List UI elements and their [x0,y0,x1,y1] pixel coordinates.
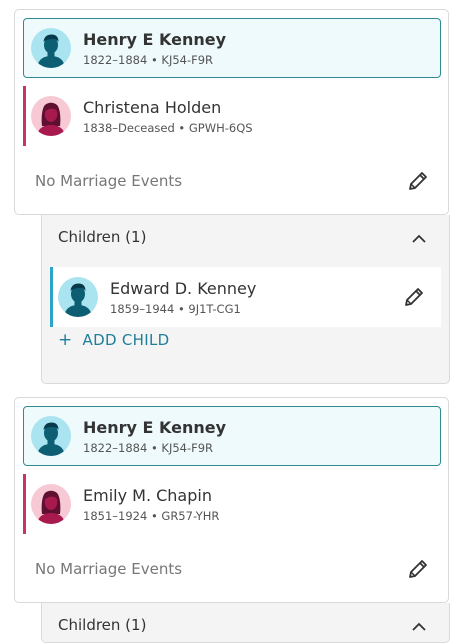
female-avatar-icon [31,484,71,524]
plus-icon: + [58,330,73,350]
children-section-title[interactable]: Children (1) [58,616,146,634]
separator-dot: • [177,301,185,316]
separator-dot: • [150,508,158,523]
separator-dot: • [150,440,158,455]
separator-dot: • [178,120,186,135]
separator-dot: • [150,52,158,67]
person-details: 1851–1924 • GR57-YHR [83,509,219,523]
chevron-up-icon[interactable] [411,618,427,631]
person-details: 1822–1884 • KJ54-F9R [83,441,226,455]
wife-person-row[interactable]: Christena Holden 1838–Deceased • GPWH-6Q… [23,86,441,146]
male-avatar-icon [31,28,71,68]
husband-person-row[interactable]: Henry E Kenney 1822–1884 • KJ54-F9R [23,406,441,466]
children-section: Children (1) [41,603,450,643]
male-avatar-icon [31,416,71,456]
person-id: 9J1T-CG1 [188,301,241,316]
wife-person-row[interactable]: Emily M. Chapin 1851–1924 • GR57-YHR [23,474,441,534]
pencil-icon[interactable] [406,169,430,193]
add-child-button[interactable]: + ADD CHILD [58,330,169,350]
person-name[interactable]: Henry E Kenney [83,30,226,50]
person-name[interactable]: Edward D. Kenney [110,279,256,299]
add-child-label: ADD CHILD [82,331,170,349]
chevron-up-icon[interactable] [411,230,427,243]
no-marriage-events-text: No Marriage Events [35,560,183,578]
person-id: GPWH-6QS [188,120,253,135]
person-name[interactable]: Christena Holden [83,98,253,118]
person-lifespan: 1838–Deceased [83,120,175,135]
person-lifespan: 1822–1884 [83,52,148,67]
male-avatar-icon [58,277,98,317]
person-lifespan: 1859–1944 [110,301,175,316]
no-marriage-events-text: No Marriage Events [35,172,183,190]
pencil-icon[interactable] [402,285,426,309]
person-name[interactable]: Henry E Kenney [83,418,226,438]
person-id: KJ54-F9R [161,440,214,455]
female-avatar-icon [31,96,71,136]
family-card: Henry E Kenney 1822–1884 • KJ54-F9R Emil… [14,397,449,603]
person-details: 1859–1944 • 9J1T-CG1 [110,302,256,316]
person-id: KJ54-F9R [161,52,214,67]
husband-person-row[interactable]: Henry E Kenney 1822–1884 • KJ54-F9R [23,18,441,78]
person-details: 1838–Deceased • GPWH-6QS [83,121,253,135]
person-id: GR57-YHR [161,508,220,523]
person-name[interactable]: Emily M. Chapin [83,486,219,506]
person-lifespan: 1851–1924 [83,508,148,523]
person-lifespan: 1822–1884 [83,440,148,455]
children-section-title[interactable]: Children (1) [58,228,146,246]
children-section: Children (1) Edward D. Kenney 1859–1944 … [41,215,450,384]
child-person-row[interactable]: Edward D. Kenney 1859–1944 • 9J1T-CG1 [50,267,441,327]
pencil-icon[interactable] [406,557,430,581]
family-card: Henry E Kenney 1822–1884 • KJ54-F9R Chri… [14,9,449,215]
person-details: 1822–1884 • KJ54-F9R [83,53,226,67]
